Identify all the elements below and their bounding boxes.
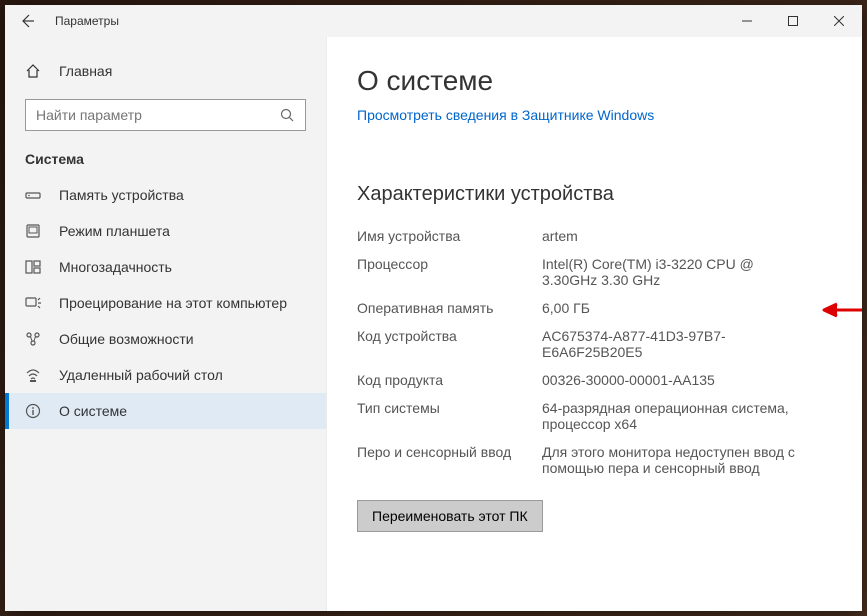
category-header: Система (5, 151, 326, 177)
spec-label: Имя устройства (357, 228, 542, 244)
sidebar-item-multitask[interactable]: Многозадачность (5, 249, 326, 285)
spec-row: Тип системы64-разрядная операционная сис… (357, 400, 832, 432)
sidebar-item-tablet[interactable]: Режим планшета (5, 213, 326, 249)
sidebar-item-label: Общие возможности (59, 331, 194, 347)
home-button[interactable]: Главная (5, 55, 326, 87)
spec-value: Intel(R) Core(TM) i3-3220 CPU @ 3.30GHz … (542, 256, 802, 288)
spec-label: Тип системы (357, 400, 542, 432)
page-title: О системе (357, 65, 832, 97)
home-icon (25, 63, 41, 79)
search-box[interactable] (25, 99, 306, 131)
body: Главная Система Память устройства Режим п… (5, 37, 862, 611)
spec-row: Имя устройстваartem (357, 228, 832, 244)
spec-label: Код устройства (357, 328, 542, 360)
nav-list: Память устройства Режим планшета Многозада… (5, 177, 326, 429)
window-controls (724, 5, 862, 37)
titlebar: Параметры (5, 5, 862, 37)
rename-pc-button[interactable]: Переименовать этот ПК (357, 500, 543, 532)
spec-value: 64-разрядная операционная система, проце… (542, 400, 802, 432)
titlebar-left: Параметры (5, 13, 119, 29)
sidebar: Главная Система Память устройства Режим п… (5, 37, 327, 611)
maximize-button[interactable] (770, 5, 816, 37)
spec-row: Код устройстваAC675374-A877-41D3-97B7-E6… (357, 328, 832, 360)
sidebar-item-remote[interactable]: Удаленный рабочий стол (5, 357, 326, 393)
sidebar-item-shared[interactable]: Общие возможности (5, 321, 326, 357)
spec-row: Код продукта00326-30000-00001-AA135 (357, 372, 832, 388)
spec-value: 6,00 ГБ (542, 300, 802, 316)
spec-value: 00326-30000-00001-AA135 (542, 372, 802, 388)
sidebar-item-about[interactable]: О системе (5, 393, 326, 429)
storage-icon (25, 187, 41, 203)
home-label: Главная (59, 63, 112, 79)
spec-label: Код продукта (357, 372, 542, 388)
spec-row: Перо и сенсорный вводДля этого монитора … (357, 444, 832, 476)
close-button[interactable] (816, 5, 862, 37)
sidebar-item-label: О системе (59, 403, 127, 419)
spec-table: Имя устройстваartemПроцессорIntel(R) Cor… (357, 228, 832, 476)
remote-icon (25, 367, 41, 383)
spec-value: Для этого монитора недоступен ввод с пом… (542, 444, 802, 476)
sidebar-item-label: Память устройства (59, 187, 184, 203)
window-title: Параметры (55, 14, 119, 28)
sidebar-item-label: Многозадачность (59, 259, 172, 275)
search-icon (279, 107, 295, 123)
sidebar-item-project[interactable]: Проецирование на этот компьютер (5, 285, 326, 321)
minimize-button[interactable] (724, 5, 770, 37)
defender-link[interactable]: Просмотреть сведения в Защитнике Windows (357, 107, 832, 123)
sidebar-item-label: Проецирование на этот компьютер (59, 295, 287, 311)
project-icon (25, 295, 41, 311)
sidebar-item-storage[interactable]: Память устройства (5, 177, 326, 213)
search-input[interactable] (36, 107, 279, 123)
sidebar-item-label: Режим планшета (59, 223, 170, 239)
specs-section-title: Характеристики устройства (357, 183, 832, 206)
spec-value: artem (542, 228, 802, 244)
annotation-arrow-icon (822, 302, 862, 318)
about-icon (25, 403, 41, 419)
spec-label: Перо и сенсорный ввод (357, 444, 542, 476)
back-button[interactable] (19, 13, 35, 29)
settings-window: Параметры Главная (5, 5, 862, 611)
sidebar-item-label: Удаленный рабочий стол (59, 367, 223, 383)
spec-row: Оперативная память6,00 ГБ (357, 300, 832, 316)
multitask-icon (25, 259, 41, 275)
content-area: О системе Просмотреть сведения в Защитни… (327, 37, 862, 611)
tablet-icon (25, 223, 41, 239)
shared-icon (25, 331, 41, 347)
spec-row: ПроцессорIntel(R) Core(TM) i3-3220 CPU @… (357, 256, 832, 288)
spec-label: Оперативная память (357, 300, 542, 316)
spec-label: Процессор (357, 256, 542, 288)
spec-value: AC675374-A877-41D3-97B7-E6A6F25B20E5 (542, 328, 802, 360)
